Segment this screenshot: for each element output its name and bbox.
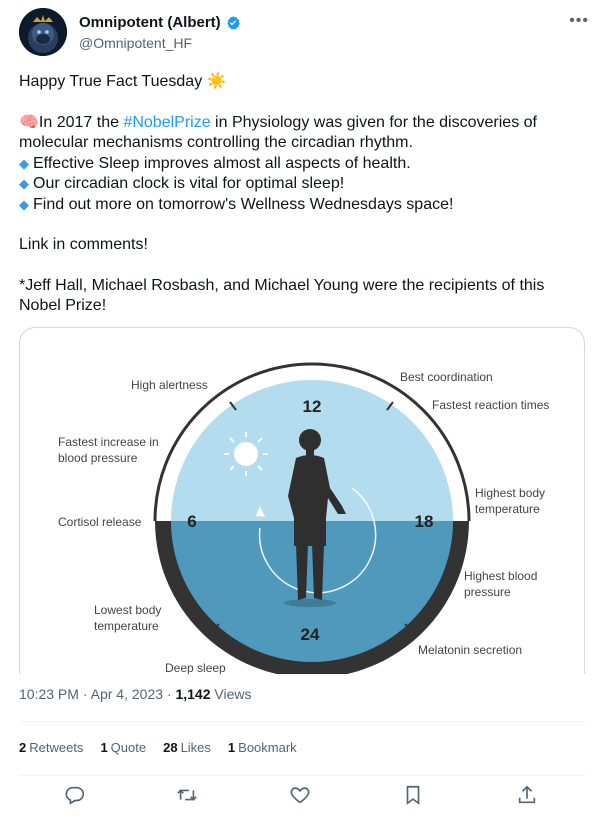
hour-6-label: 6 — [187, 512, 196, 531]
label-melatonin: Melatonin secretion — [418, 643, 522, 657]
tweet-line-nobel: 🧠In 2017 the #NobelPrize in Physiology w… — [19, 113, 587, 154]
hashtag-link[interactable]: #NobelPrize — [123, 114, 210, 131]
meta-separator: · — [166, 686, 172, 702]
tweet-header: Omnipotent (Albert) @Omnipotent_HF ••• — [19, 8, 589, 58]
gorilla-avatar-icon — [19, 8, 67, 56]
share-button[interactable] — [516, 784, 540, 808]
tweet-date[interactable]: Apr 4, 2023 — [91, 686, 163, 702]
meta-separator: · — [82, 686, 88, 702]
blue-diamond-icon: ◆ — [19, 196, 29, 212]
reply-button[interactable] — [64, 784, 88, 808]
label-highest-temp-2: temperature — [475, 502, 540, 516]
hour-24-label: 24 — [301, 625, 320, 644]
tweet-line-greeting: Happy True Fact Tuesday ☀️ — [19, 73, 227, 90]
display-name[interactable]: Omnipotent (Albert) — [79, 14, 241, 32]
label-bp-increase-1: Fastest increase in — [58, 435, 159, 449]
bullet-item: ◆ Find out more on tomorrow's Wellness We… — [19, 195, 454, 213]
circadian-clock-figure: 12 6 18 24 High alertness Best coordinat… — [58, 362, 549, 674]
tweet-text: Happy True Fact Tuesday ☀️ 🧠In 2017 the … — [19, 72, 587, 317]
divider — [19, 721, 586, 722]
retweet-button[interactable] — [176, 784, 200, 808]
heart-icon — [290, 787, 310, 804]
tweet-meta: 10:23 PM · Apr 4, 2023 · 1,142 Views — [19, 686, 252, 702]
label-highest-bp-1: Highest blood — [464, 569, 537, 583]
hour-18-label: 18 — [415, 512, 434, 531]
bullet-item: ◆ Effective Sleep improves almost all asp… — [19, 154, 411, 172]
reply-icon — [65, 786, 85, 805]
more-options-icon[interactable]: ••• — [569, 12, 589, 30]
verified-badge-icon — [226, 16, 240, 30]
action-bar — [19, 784, 586, 814]
likes-stat[interactable]: 28 Likes — [163, 740, 211, 755]
label-highest-temp-1: Highest body — [475, 486, 545, 500]
engagement-stats: 2 Retweets 1 Quote 28 Likes 1 Bookmark — [19, 740, 297, 755]
blue-diamond-icon: ◆ — [19, 155, 29, 171]
label-bp-increase-2: blood pressure — [58, 451, 138, 465]
label-lowest-temp-2: temperature — [94, 619, 159, 633]
label-cortisol: Cortisol release — [58, 515, 142, 529]
views-count: 1,142 — [175, 686, 211, 702]
like-button[interactable] — [289, 784, 313, 808]
hour-12-label: 12 — [303, 397, 322, 416]
bookmark-icon — [406, 785, 420, 805]
views-label: Views — [214, 686, 252, 702]
label-lowest-temp-1: Lowest body — [94, 603, 161, 617]
tweet-media-image[interactable]: 12 6 18 24 High alertness Best coordinat… — [19, 327, 585, 674]
label-fastest-reaction: Fastest reaction times — [432, 398, 549, 412]
share-icon — [518, 785, 536, 804]
bookmark-button[interactable] — [402, 784, 426, 808]
quotes-stat[interactable]: 1 Quote — [100, 740, 146, 755]
user-handle[interactable]: @Omnipotent_HF — [79, 34, 241, 52]
link-in-comments: Link in comments! — [19, 236, 148, 253]
nobel-text-pre: 🧠In 2017 the — [19, 113, 124, 131]
blue-diamond-icon: ◆ — [19, 176, 29, 191]
label-deep-sleep: Deep sleep — [165, 661, 226, 674]
avatar[interactable] — [19, 8, 67, 56]
display-name-text[interactable]: Omnipotent (Albert) — [79, 14, 221, 32]
retweet-icon — [177, 789, 197, 801]
label-best-coordination: Best coordination — [400, 370, 493, 384]
footnote: *Jeff Hall, Michael Rosbash, and Michael… — [19, 276, 549, 315]
label-highest-bp-2: pressure — [464, 585, 511, 599]
label-high-alertness: High alertness — [131, 378, 208, 392]
tweet-time[interactable]: 10:23 PM — [19, 686, 79, 702]
bullet-item: ◆ Our circadian clock is vital for optima… — [19, 175, 345, 192]
bookmarks-stat[interactable]: 1 Bookmark — [228, 740, 297, 755]
divider — [19, 775, 586, 776]
retweets-stat[interactable]: 2 Retweets — [19, 740, 83, 755]
